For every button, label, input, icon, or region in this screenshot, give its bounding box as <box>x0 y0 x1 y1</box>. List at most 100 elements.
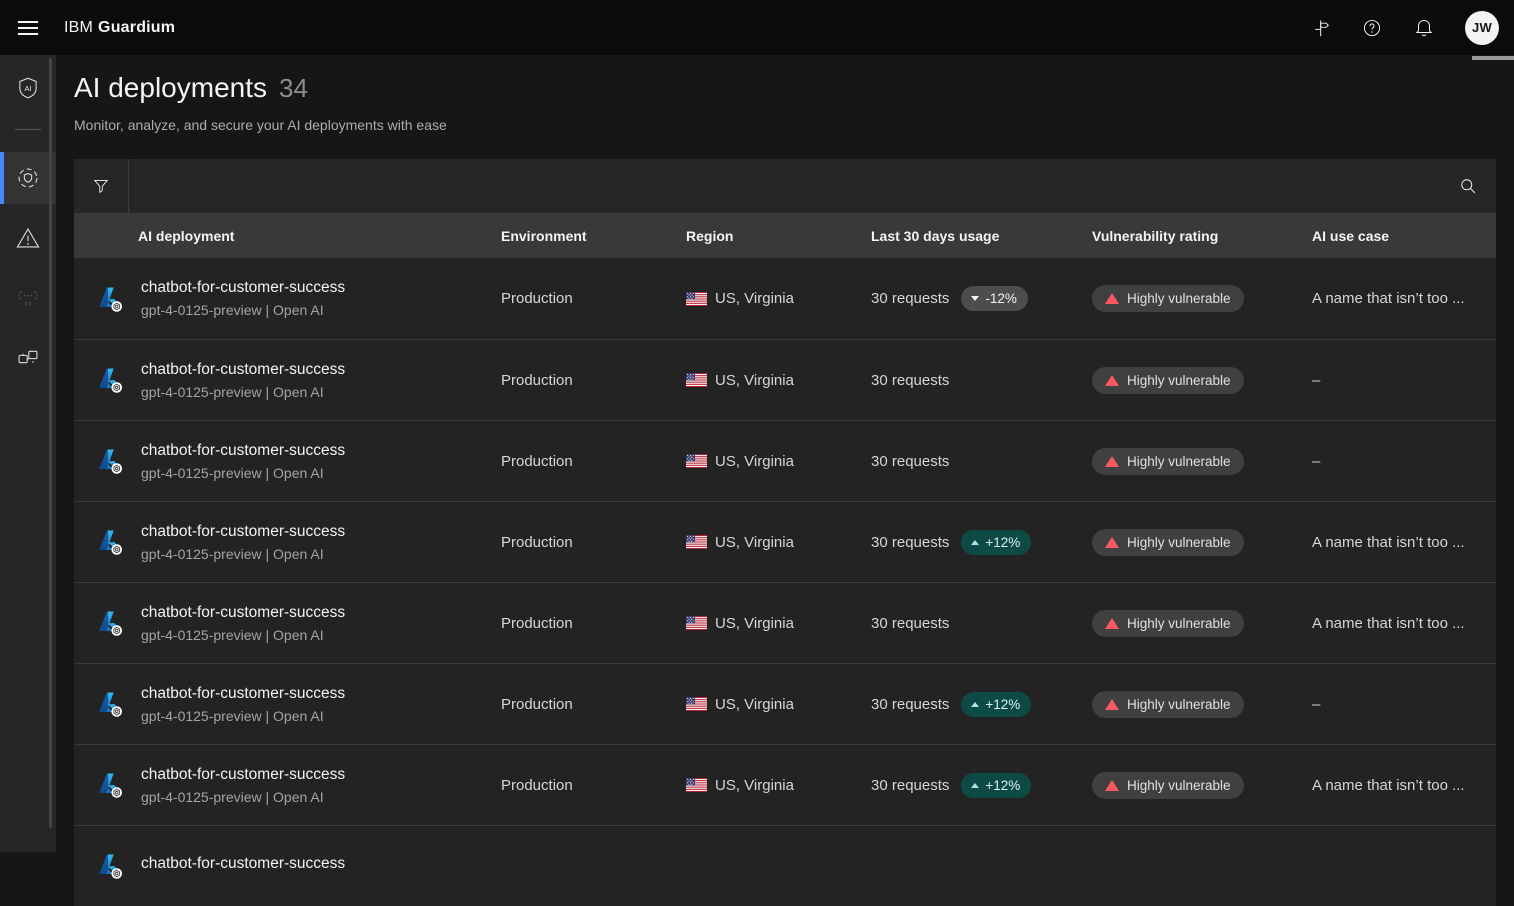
table-row[interactable]: chatbot-for-customer-success gpt-4-0125-… <box>74 258 1496 339</box>
trend-label: +12% <box>985 697 1020 712</box>
region-cell-wrap: US, Virginia <box>670 777 855 794</box>
table-row[interactable]: chatbot-for-customer-success gpt-4-0125-… <box>74 744 1496 825</box>
deployment-model: gpt-4-0125-preview | Open AI <box>141 546 345 562</box>
usage-label: 30 requests <box>871 372 949 389</box>
azure-openai-icon <box>96 689 126 719</box>
deployment-name: chatbot-for-customer-success <box>141 766 345 784</box>
table-row[interactable]: chatbot-for-customer-success <box>74 825 1496 906</box>
deployment-model: gpt-4-0125-preview | Open AI <box>141 708 345 724</box>
deployment-cell: chatbot-for-customer-success gpt-4-0125-… <box>74 361 485 400</box>
vulnerability-badge: Highly vulnerable <box>1092 285 1244 312</box>
environment-cell: Production <box>485 534 670 551</box>
environment-cell: Production <box>485 290 670 307</box>
region-label: US, Virginia <box>715 290 794 307</box>
environment-cell: Production <box>485 453 670 470</box>
region-cell-wrap: US, Virginia <box>670 290 855 307</box>
trend-up-icon <box>971 702 979 707</box>
table-row[interactable]: chatbot-for-customer-success gpt-4-0125-… <box>74 420 1496 501</box>
trend-badge: +12% <box>961 530 1031 555</box>
usage-label: 30 requests <box>871 696 949 713</box>
trend-badge: -12% <box>961 286 1028 311</box>
azure-openai-icon <box>96 527 126 557</box>
sidebar-item-vulnerabilities[interactable] <box>0 214 56 262</box>
table-row[interactable]: chatbot-for-customer-success gpt-4-0125-… <box>74 582 1496 663</box>
trend-label: -12% <box>985 291 1017 306</box>
vulnerability-badge: Highly vulnerable <box>1092 529 1244 556</box>
search-button[interactable] <box>1440 159 1496 213</box>
environment-cell: Production <box>485 372 670 389</box>
help-button[interactable] <box>1346 0 1398 55</box>
azure-openai-icon <box>96 608 126 638</box>
svg-text:AI: AI <box>24 84 31 93</box>
column-header-use-case: AI use case <box>1296 228 1496 244</box>
deployment-model: gpt-4-0125-preview | Open AI <box>141 302 345 318</box>
deployment-name: chatbot-for-customer-success <box>141 442 345 460</box>
plug-icon <box>15 344 41 370</box>
usage-cell: 30 requests <box>855 615 1076 632</box>
deployment-model: gpt-4-0125-preview | Open AI <box>141 465 345 481</box>
trend-label: +12% <box>985 535 1020 550</box>
hamburger-icon <box>18 21 38 35</box>
ai-shield-icon: AI <box>15 75 41 101</box>
brand-logo[interactable]: IBMGuardium <box>64 19 175 37</box>
usage-cell: 30 requests +12% <box>855 530 1076 555</box>
environment-cell: Production <box>485 777 670 794</box>
azure-openai-icon <box>96 770 126 800</box>
shield-scan-icon <box>15 165 41 191</box>
avatar[interactable]: JW <box>1465 11 1499 45</box>
deployment-cell: chatbot-for-customer-success gpt-4-0125-… <box>74 766 485 805</box>
notifications-button[interactable] <box>1398 0 1450 55</box>
use-case-cell: A name that isn’t too ... <box>1296 290 1496 307</box>
usage-label: 30 requests <box>871 290 949 307</box>
deployment-cell: chatbot-for-customer-success gpt-4-0125-… <box>74 685 485 724</box>
prompt-brackets-icon <box>15 285 41 311</box>
menu-button[interactable] <box>0 0 56 55</box>
usage-cell: 30 requests +12% <box>855 692 1076 717</box>
vertical-scrollbar[interactable] <box>1472 56 1514 60</box>
vulnerability-badge: Highly vulnerable <box>1092 367 1244 394</box>
warning-triangle-icon <box>1105 456 1119 467</box>
global-header: IBMGuardium JW <box>0 0 1514 55</box>
help-icon <box>1361 17 1383 39</box>
us-flag-icon <box>686 778 707 792</box>
deployment-name: chatbot-for-customer-success <box>141 685 345 703</box>
deployment-name: chatbot-for-customer-success <box>141 361 345 379</box>
deployment-model: gpt-4-0125-preview | Open AI <box>141 627 345 643</box>
wayfinder-button[interactable] <box>1294 0 1346 55</box>
sidebar-item-integrations[interactable] <box>0 333 56 381</box>
deployment-model: gpt-4-0125-preview | Open AI <box>141 789 345 805</box>
vulnerability-badge: Highly vulnerable <box>1092 691 1244 718</box>
brand-prefix: IBM <box>64 19 93 36</box>
vulnerability-cell: Highly vulnerable <box>1076 529 1296 556</box>
usage-label: 30 requests <box>871 453 949 470</box>
azure-openai-icon <box>96 284 126 314</box>
filter-icon <box>91 176 111 196</box>
sidebar-item-ai-security[interactable]: AI <box>0 64 56 112</box>
vulnerability-cell: Highly vulnerable <box>1076 772 1296 799</box>
sidebar-scrollbar[interactable] <box>49 58 52 828</box>
usage-cell: 30 requests <box>855 453 1076 470</box>
deployment-name: chatbot-for-customer-success <box>141 523 345 541</box>
table-toolbar <box>74 159 1496 213</box>
us-flag-icon <box>686 535 707 549</box>
search-icon <box>1458 176 1478 196</box>
azure-openai-icon <box>96 446 126 476</box>
table-row[interactable]: chatbot-for-customer-success gpt-4-0125-… <box>74 501 1496 582</box>
region-cell-wrap: US, Virginia <box>670 696 855 713</box>
warning-triangle-icon <box>1105 618 1119 629</box>
vulnerability-label: Highly vulnerable <box>1127 291 1231 306</box>
usage-cell: 30 requests +12% <box>855 773 1076 798</box>
azure-openai-icon <box>96 851 126 881</box>
usage-cell: 30 requests <box>855 372 1076 389</box>
trend-badge: +12% <box>961 692 1031 717</box>
sidebar-item-prompts[interactable] <box>0 274 56 322</box>
table-row[interactable]: chatbot-for-customer-success gpt-4-0125-… <box>74 339 1496 420</box>
column-header-ai-deployment: AI deployment <box>74 228 485 244</box>
sidebar-item-ai-deployments[interactable] <box>0 152 56 204</box>
table-header-row: AI deployment Environment Region Last 30… <box>74 213 1496 258</box>
deployment-model: gpt-4-0125-preview | Open AI <box>141 384 345 400</box>
table-row[interactable]: chatbot-for-customer-success gpt-4-0125-… <box>74 663 1496 744</box>
vulnerability-cell: Highly vulnerable <box>1076 285 1296 312</box>
filter-button[interactable] <box>74 159 129 213</box>
vulnerability-cell: Highly vulnerable <box>1076 448 1296 475</box>
